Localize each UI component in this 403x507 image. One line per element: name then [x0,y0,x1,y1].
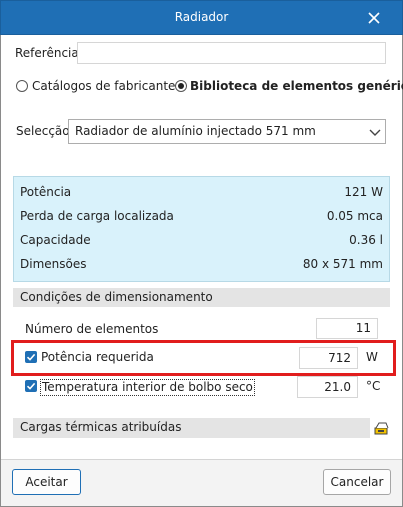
window-title: Radiador [174,10,229,24]
radio-generic-library[interactable] [175,80,187,92]
power-unit: W [366,350,378,364]
temperature-field[interactable]: 21.0 [297,376,358,398]
property-label: Dimensões [20,257,87,271]
property-value: 0.05 mca [326,209,383,223]
cancel-button[interactable]: Cancelar [323,469,391,495]
property-label: Potência [20,185,72,199]
reference-input[interactable] [77,42,386,64]
sizing-section-title: Condições de dimensionamento [20,290,213,304]
radio-manufacturer-label[interactable]: Catálogos de fabricante [32,79,175,94]
radio-manufacturer-catalogs[interactable] [16,80,28,92]
selection-value: Radiador de alumínio injectado 571 mm [75,124,316,138]
accept-button[interactable]: Aceitar [12,469,81,495]
close-icon[interactable] [364,8,384,28]
property-value: 0.36 l [349,233,383,247]
temperature-unit: °C [366,379,381,393]
power-checkbox[interactable] [25,351,37,363]
loads-section-title: Cargas térmicas atribuídas [20,420,182,434]
chevron-down-icon [369,127,381,137]
edit-loads-icon[interactable] [373,419,390,437]
property-value: 121 W [344,185,383,199]
selection-dropdown[interactable]: Radiador de alumínio injectado 571 mm [68,119,386,144]
elements-label: Número de elementos [25,322,159,336]
reference-label: Referência [15,46,79,60]
elements-field[interactable]: 11 [316,318,378,339]
radio-generic-label[interactable]: Biblioteca de elementos genéricos [190,79,403,94]
temperature-checkbox[interactable] [25,380,37,392]
property-label: Perda de carga localizada [20,209,174,223]
power-field[interactable]: 712 [299,347,358,369]
selection-label: Selecção [16,124,70,138]
power-label: Potência requerida [41,350,154,364]
property-label: Capacidade [20,233,91,247]
temperature-label: Temperatura interior de bolbo seco [40,379,255,396]
property-value: 80 x 571 mm [302,257,383,271]
